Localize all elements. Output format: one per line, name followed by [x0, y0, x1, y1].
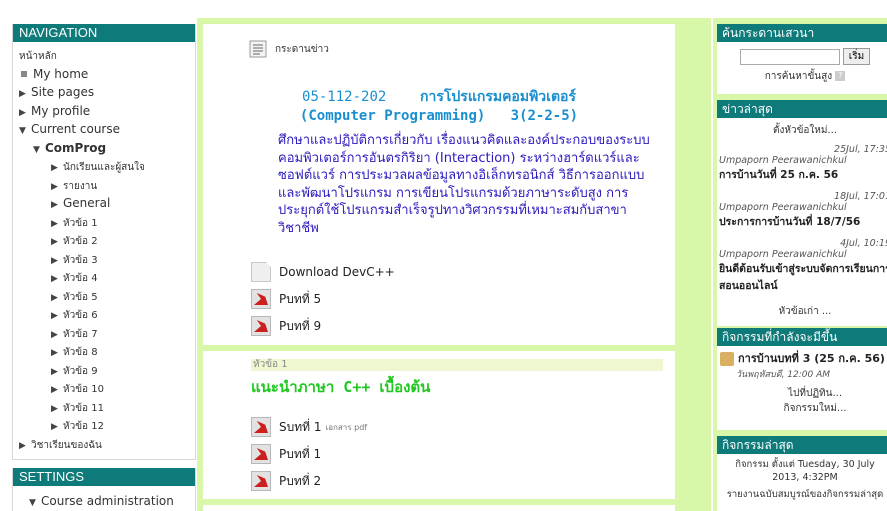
- goto-calendar-link[interactable]: ไปที่ปฏิทิน...: [788, 388, 842, 399]
- course-title-line1: 05-112-202 การโปรแกรมคอมพิวเตอร์: [203, 86, 675, 108]
- resource-chapter-2[interactable]: Pบทที่ 2: [251, 471, 321, 491]
- forum-icon: [249, 40, 267, 58]
- event-time: วันพฤหัสบดี, 12:00 AM: [736, 370, 831, 380]
- settings-block: SETTINGS ▼ Course administration: [12, 468, 196, 511]
- upcoming-events-block: กิจกรรมที่กำลังจะมีขึ้น การบ้านบทที่ 3 (…: [717, 328, 887, 430]
- pdf-icon: [251, 471, 271, 491]
- event-user-icon: [720, 352, 734, 366]
- triangle-down-icon: ▼: [29, 498, 36, 508]
- resource-label: Pบทที่ 1: [279, 446, 322, 461]
- event-link[interactable]: การบ้านบทที่ 3 (25 ก.ค. 56): [720, 349, 887, 367]
- topic-title: แนะนำภาษา C++ เบื้องต้น: [251, 378, 431, 396]
- nav-course-item[interactable]: ▶ General: [19, 194, 189, 213]
- course-title-line2: (Computer Programming) 3(2-2-5): [203, 108, 675, 124]
- course-name-th: การโปรแกรมคอมพิวเตอร์: [420, 89, 576, 105]
- news-title-link[interactable]: การบ้านวันที่ 25 ก.ค. 56: [719, 166, 887, 183]
- recent-activity-since: กิจกรรม ตั้งแต่ Tuesday, 30 July 2013, 4…: [735, 459, 875, 483]
- event-title: การบ้านบทที่ 3 (25 ก.ค. 56): [738, 352, 885, 365]
- resource-label: Pบทที่ 5: [279, 291, 322, 306]
- search-forums-header: ค้นกระดานเสวนา: [717, 24, 887, 42]
- right-column: ค้นกระดานเสวนา เริ่ม การค้นหาขั้นสูง ? ข…: [713, 18, 887, 511]
- settings-course-administration[interactable]: ▼ Course administration: [21, 492, 187, 511]
- news-title-link[interactable]: ยินดีต้อนรับเข้าสู่ระบบจัดการเรียนการสอน…: [719, 260, 887, 294]
- course-description: ศึกษาและปฏิบัติการเกี่ยวกับ เรื่องแนวคิด…: [278, 133, 650, 236]
- nav-course-item[interactable]: ▶ หัวข้อ 8: [19, 342, 189, 361]
- new-event-link[interactable]: กิจกรรมใหม่...: [784, 403, 847, 414]
- resource-slide-chapter-1[interactable]: Sบทที่ 1 เอกสาร pdf: [251, 417, 367, 437]
- help-icon[interactable]: ?: [835, 71, 846, 81]
- advanced-search-link[interactable]: การค้นหาขั้นสูง: [765, 71, 832, 82]
- news-date: 25Jul, 17:35: [834, 144, 887, 155]
- section-topic-2: [203, 505, 675, 511]
- nav-course-item[interactable]: ▶ รายงาน: [19, 176, 189, 195]
- navigation-header: NAVIGATION: [13, 24, 195, 42]
- resource-chapter-1[interactable]: Pบทที่ 1: [251, 444, 321, 464]
- upcoming-events-header: กิจกรรมที่กำลังจะมีขึ้น: [717, 328, 887, 346]
- resource-label: Pบทที่ 2: [279, 473, 322, 488]
- nav-course-item[interactable]: ▶ หัวข้อ 12: [19, 416, 189, 435]
- latest-news-block: ข่าวล่าสุด ตั้งหัวข้อใหม่... 25Jul, 17:3…: [717, 100, 887, 326]
- nav-course-item[interactable]: ▶ หัวข้อ 11: [19, 398, 189, 417]
- course-credits: 3(2-2-5): [510, 108, 579, 124]
- course-name-en: (Computer Programming): [299, 108, 486, 124]
- nav-course-item[interactable]: ▶ หัวข้อ 3: [19, 250, 189, 269]
- resource-download-devcpp[interactable]: Download DevC++: [251, 262, 395, 282]
- news-author: Umpaporn Peerawanichkul: [719, 155, 847, 166]
- settings-header: SETTINGS: [13, 468, 195, 486]
- nav-item-my-courses[interactable]: ▶ วิชาเรียนของฉัน: [19, 435, 189, 454]
- resource-label: Download DevC++: [279, 265, 395, 279]
- nav-course-item[interactable]: ▶ หัวข้อ 10: [19, 379, 189, 398]
- resource-label: Sบทที่ 1: [279, 419, 322, 434]
- full-report-link[interactable]: รายงานฉบับสมบูรณ์ของกิจกรรมล่าสุด: [727, 489, 884, 500]
- pdf-icon: [251, 417, 271, 437]
- file-icon: [251, 262, 271, 282]
- recent-activity-header: กิจกรรมล่าสุด: [717, 436, 887, 454]
- pdf-icon: [251, 316, 271, 336]
- left-column: NAVIGATION หน้าหลัก My home ▶ Site pages …: [12, 20, 196, 511]
- navigation-block: NAVIGATION หน้าหลัก My home ▶ Site pages …: [12, 24, 196, 460]
- search-forums-block: ค้นกระดานเสวนา เริ่ม การค้นหาขั้นสูง ?: [717, 24, 887, 94]
- nav-item-current-course[interactable]: ▼ Current course: [19, 120, 189, 139]
- nav-course-item[interactable]: ▶ หัวข้อ 4: [19, 268, 189, 287]
- nav-course-item[interactable]: ▶ หัวข้อ 2: [19, 231, 189, 250]
- topic-tag: หัวข้อ 1: [251, 359, 663, 371]
- nav-item-my-home[interactable]: My home: [19, 65, 189, 84]
- news-title-link[interactable]: ประการการบ้านวันที่ 18/7/56: [719, 213, 887, 230]
- resource-label: Pบทที่ 9: [279, 318, 322, 333]
- news-author: Umpaporn Peerawanichkul: [719, 202, 847, 213]
- add-topic-link[interactable]: ตั้งหัวข้อใหม่...: [773, 125, 837, 136]
- section-general: กระดานข่าว 05-112-202 การโปรแกรมคอมพิวเต…: [203, 24, 675, 345]
- nav-item-my-profile[interactable]: ▶ My profile: [19, 102, 189, 121]
- nav-course-item[interactable]: ▶ หัวข้อ 9: [19, 361, 189, 380]
- search-forums-button[interactable]: เริ่ม: [842, 48, 871, 65]
- nav-course-item[interactable]: ▶ หัวข้อ 6: [19, 305, 189, 324]
- nav-course-item[interactable]: ▶ หัวข้อ 7: [19, 324, 189, 343]
- course-code: 05-112-202: [302, 89, 387, 105]
- section-topic-1: หัวข้อ 1 แนะนำภาษา C++ เบื้องต้น Sบทที่ …: [203, 351, 675, 499]
- news-date: 4Jul, 10:19: [840, 238, 887, 249]
- news-author: Umpaporn Peerawanichkul: [719, 249, 847, 260]
- nav-course-item[interactable]: ▶ หัวข้อ 1: [19, 213, 189, 232]
- nav-course-item[interactable]: ▶ หัวข้อ 5: [19, 287, 189, 306]
- recent-activity-block: กิจกรรมล่าสุด กิจกรรม ตั้งแต่ Tuesday, 3…: [717, 436, 887, 511]
- older-topics-link[interactable]: หัวข้อเก่า ...: [779, 306, 832, 317]
- triangle-right-icon: ▶: [19, 440, 26, 451]
- course-content: กระดานข่าว 05-112-202 การโปรแกรมคอมพิวเต…: [197, 18, 711, 511]
- nav-course-item[interactable]: ▶ นักเรียนและผู้สนใจ: [19, 157, 189, 176]
- resource-chapter-5[interactable]: Pบทที่ 5: [251, 289, 321, 309]
- news-date: 18Jul, 17:01: [834, 191, 887, 202]
- resource-type-label: เอกสาร pdf: [325, 422, 368, 432]
- pdf-icon: [251, 444, 271, 464]
- pdf-icon: [251, 289, 271, 309]
- nav-item-course[interactable]: ▼ ComProg: [19, 139, 189, 158]
- nav-item-site-pages[interactable]: ▶ Site pages: [19, 83, 189, 102]
- news-forum-link[interactable]: กระดานข่าว: [249, 40, 329, 58]
- nav-home-link[interactable]: หน้าหลัก: [19, 46, 189, 65]
- resource-chapter-9[interactable]: Pบทที่ 9: [251, 316, 321, 336]
- search-forums-input[interactable]: [739, 48, 840, 65]
- square-bullet-icon: [21, 70, 27, 77]
- forum-label: กระดานข่าว: [275, 43, 329, 55]
- latest-news-header: ข่าวล่าสุด: [717, 100, 887, 118]
